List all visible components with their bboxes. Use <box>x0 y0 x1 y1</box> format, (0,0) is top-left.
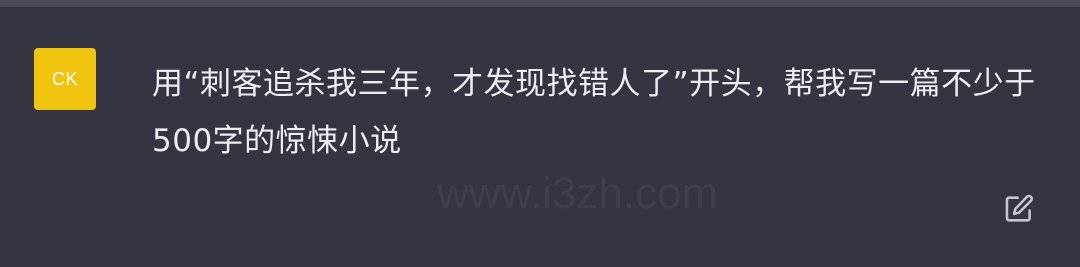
edit-icon <box>1002 192 1036 231</box>
user-message-text: 用“刺客追杀我三年，才发现找错人了”开头，帮我写一篇不少于500字的惊悚小说 <box>152 66 1036 159</box>
edit-button[interactable] <box>1000 192 1038 230</box>
avatar: CK <box>34 48 96 110</box>
chat-page: CK 用“刺客追杀我三年，才发现找错人了”开头，帮我写一篇不少于500字的惊悚小… <box>0 0 1080 267</box>
watermark: www.i3zh.com <box>437 169 719 218</box>
user-message-row: CK 用“刺客追杀我三年，才发现找错人了”开头，帮我写一篇不少于500字的惊悚小… <box>0 7 1080 267</box>
top-divider <box>0 0 1080 7</box>
